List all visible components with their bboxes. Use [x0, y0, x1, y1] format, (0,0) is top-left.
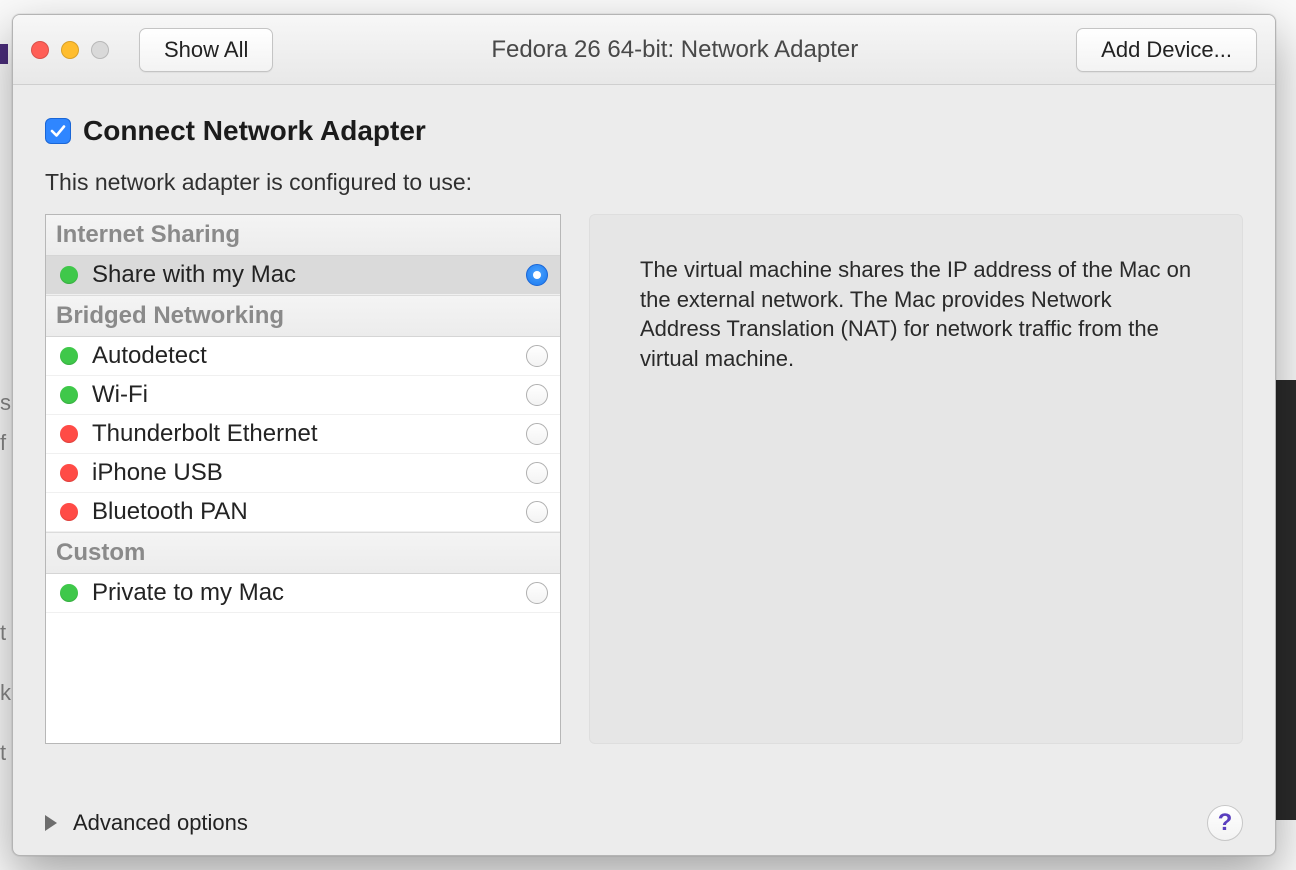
row-label: Bluetooth PAN — [92, 498, 512, 526]
row-iphone-usb[interactable]: iPhone USB — [46, 454, 560, 493]
close-icon[interactable] — [31, 41, 49, 59]
status-dot-icon — [60, 464, 78, 482]
titlebar: Show All Fedora 26 64-bit: Network Adapt… — [13, 15, 1275, 85]
row-wifi[interactable]: Wi-Fi — [46, 376, 560, 415]
connect-adapter-label: Connect Network Adapter — [83, 115, 426, 147]
bg-char: k — [0, 680, 11, 706]
row-label: Private to my Mac — [92, 579, 512, 607]
advanced-options-toggle[interactable]: Advanced options — [45, 810, 248, 836]
status-dot-icon — [60, 347, 78, 365]
disclosure-triangle-icon — [45, 815, 57, 831]
connect-adapter-checkbox[interactable] — [45, 118, 71, 144]
traffic-lights — [31, 41, 109, 59]
network-mode-list: Internet Sharing Share with my Mac Bridg… — [45, 214, 561, 744]
bg-char: t — [0, 620, 6, 646]
group-header-custom: Custom — [46, 532, 560, 574]
zoom-icon — [91, 41, 109, 59]
show-all-button[interactable]: Show All — [139, 28, 273, 72]
minimize-icon[interactable] — [61, 41, 79, 59]
status-dot-icon — [60, 266, 78, 284]
status-dot-icon — [60, 503, 78, 521]
connect-adapter-row[interactable]: Connect Network Adapter — [45, 115, 1243, 147]
row-label: Share with my Mac — [92, 261, 512, 289]
bg-char: f — [0, 430, 6, 456]
bg-char: t — [0, 740, 6, 766]
radio-thunderbolt-ethernet[interactable] — [526, 423, 548, 445]
radio-wifi[interactable] — [526, 384, 548, 406]
columns: Internet Sharing Share with my Mac Bridg… — [45, 214, 1243, 789]
radio-autodetect[interactable] — [526, 345, 548, 367]
add-device-button[interactable]: Add Device... — [1076, 28, 1257, 72]
row-bluetooth-pan[interactable]: Bluetooth PAN — [46, 493, 560, 532]
radio-private-to-my-mac[interactable] — [526, 582, 548, 604]
radio-iphone-usb[interactable] — [526, 462, 548, 484]
checkmark-icon — [49, 122, 67, 140]
settings-window: Show All Fedora 26 64-bit: Network Adapt… — [12, 14, 1276, 856]
status-dot-icon — [60, 584, 78, 602]
group-header-internet-sharing: Internet Sharing — [46, 215, 560, 256]
mode-description: The virtual machine shares the IP addres… — [589, 214, 1243, 744]
list-filler — [46, 613, 560, 743]
row-label: Thunderbolt Ethernet — [92, 420, 512, 448]
bg-dark-strip — [1276, 380, 1296, 820]
adapter-subtext: This network adapter is configured to us… — [45, 169, 1243, 196]
row-thunderbolt-ethernet[interactable]: Thunderbolt Ethernet — [46, 415, 560, 454]
group-header-bridged-networking: Bridged Networking — [46, 295, 560, 337]
footer: Advanced options ? — [45, 789, 1243, 841]
row-autodetect[interactable]: Autodetect — [46, 337, 560, 376]
status-dot-icon — [60, 386, 78, 404]
row-label: Autodetect — [92, 342, 512, 370]
radio-bluetooth-pan[interactable] — [526, 501, 548, 523]
row-label: Wi-Fi — [92, 381, 512, 409]
status-dot-icon — [60, 425, 78, 443]
advanced-options-label: Advanced options — [73, 810, 248, 836]
window-title: Fedora 26 64-bit: Network Adapter — [293, 36, 1056, 64]
row-share-with-my-mac[interactable]: Share with my Mac — [46, 256, 560, 295]
content-area: Connect Network Adapter This network ada… — [13, 85, 1275, 855]
row-private-to-my-mac[interactable]: Private to my Mac — [46, 574, 560, 613]
radio-share-with-my-mac[interactable] — [526, 264, 548, 286]
bg-purple-peek — [0, 44, 8, 64]
row-label: iPhone USB — [92, 459, 512, 487]
bg-char: s — [0, 390, 11, 416]
help-button[interactable]: ? — [1207, 805, 1243, 841]
